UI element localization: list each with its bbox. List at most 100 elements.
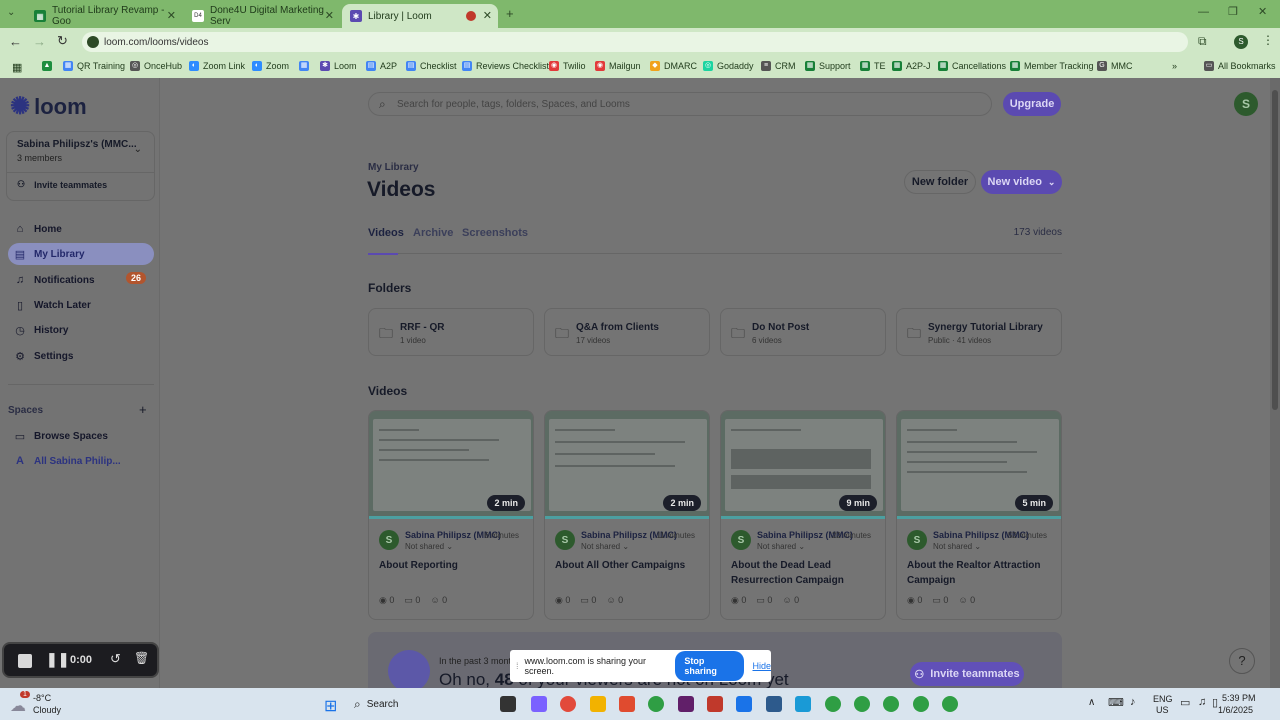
stop-recording-icon[interactable] [18,654,32,668]
close-tab-icon[interactable]: ✕ [325,9,334,22]
video-card[interactable]: 2 min S Sabina Philipsz (MMC) Not shared… [544,410,710,620]
sidebar-item-watch-later[interactable]: ▯ Watch Later [10,294,154,316]
apps-icon[interactable]: ▦ [12,61,22,74]
forward-icon[interactable]: → [33,34,46,49]
upgrade-button[interactable]: Upgrade [1003,92,1061,116]
sharing-dropdown[interactable]: Not shared ⌄ [933,542,981,551]
new-folder-button[interactable]: New folder [904,170,976,194]
sidebar-item-history[interactable]: ◷ History [10,319,154,341]
restart-icon[interactable]: ↺ [110,651,121,667]
bookmark-item[interactable]: ▤ A2P [366,61,397,71]
extensions-icon[interactable]: ⧉ [1198,34,1207,49]
weather-icon[interactable]: ☁ [10,696,26,716]
breadcrumb[interactable]: My Library [368,162,419,173]
sidebar-item-notifications[interactable]: ♫ Notifications 26 [10,269,154,291]
tab-videos[interactable]: Videos [368,227,404,239]
video-thumbnail[interactable]: 2 min [369,411,533,519]
video-card[interactable]: 2 min S Sabina Philipsz (MMC) Not shared… [368,410,534,620]
close-tab-icon[interactable]: ✕ [167,9,176,22]
bookmark-item[interactable]: ✱ Loom [320,61,357,71]
trash-icon[interactable]: 🗑 [134,651,149,665]
tray-chevron-icon[interactable]: ∧ [1088,697,1095,708]
video-title[interactable]: About the Dead Lead Resurrection Campaig… [731,558,881,588]
video-title[interactable]: About Reporting [379,558,529,573]
microphone-icon[interactable]: ♪ [1130,696,1136,708]
video-title[interactable]: About the Realtor Attraction Campaign [907,558,1057,588]
taskbar-search[interactable]: ⌕ Search [348,694,488,714]
sharing-dropdown[interactable]: Not shared ⌄ [757,542,805,551]
back-icon[interactable]: ← [9,34,22,49]
sidebar-item-all-sabina[interactable]: A All Sabina Philip... [10,450,154,472]
bookmark-item[interactable]: ▦ [299,61,313,71]
folder-card[interactable]: 🗀 RRF - QR 1 video [368,308,534,356]
sharing-dropdown[interactable]: Not shared ⌄ [405,542,453,551]
chrome-icon[interactable] [883,696,899,712]
bookmark-item[interactable]: ▦ TE [860,61,886,71]
loom-logo[interactable]: ✺ loom [10,92,87,121]
tab-archive[interactable]: Archive [413,227,453,239]
folder-card[interactable]: 🗀 Q&A from Clients 17 videos [544,308,710,356]
new-video-button[interactable]: New video ⌄ [981,170,1062,194]
chrome-icon[interactable] [942,696,958,712]
tab-library-loom[interactable]: ✱ Library | Loom ✕ [342,4,498,28]
bookmark-item[interactable]: ▦ Support [805,61,851,71]
folder-card[interactable]: 🗀 Synergy Tutorial Library Public · 41 vid… [896,308,1062,356]
bookmark-item[interactable]: G MMC [1097,61,1133,71]
sidebar-item-browse-spaces[interactable]: ▭ Browse Spaces [10,425,154,447]
tab-screenshots[interactable]: Screenshots [462,227,528,239]
site-info-icon[interactable] [87,36,99,48]
close-tab-icon[interactable]: ✕ [483,9,492,22]
invite-teammates-link[interactable]: ⚇ Invite teammates [17,179,107,190]
tab-done4u[interactable]: D4 Done4U Digital Marketing Serv ✕ [184,4,340,28]
sidebar-item-settings[interactable]: ⚙ Settings [10,345,154,367]
language-indicator[interactable]: ENG [1153,694,1173,704]
windows-start-icon[interactable]: ⊞ [324,696,337,716]
bookmark-item[interactable]: ◎ Godaddy [703,61,754,71]
url-bar[interactable]: loom.com/looms/videos [82,32,1188,52]
video-thumbnail[interactable]: 9 min [721,411,885,519]
page-scrollbar[interactable] [1270,78,1280,688]
menu-icon[interactable]: ⋮ [1262,33,1274,47]
chrome-icon[interactable] [648,696,664,712]
search-input[interactable]: ⌕ Search for people, tags, folders, Spac… [368,92,992,116]
taskbar-app-icon[interactable] [736,696,752,712]
new-tab-icon[interactable]: + [506,6,514,21]
bookmark-item[interactable]: ▦ A2P-J [892,61,931,71]
taskbar-app-icon[interactable] [619,696,635,712]
chrome-icon[interactable] [560,696,576,712]
folder-card[interactable]: 🗀 Do Not Post 6 videos [720,308,886,356]
taskbar-app-icon[interactable] [531,696,547,712]
chrome-icon[interactable] [913,696,929,712]
bookmark-item[interactable]: ◐ Zoom [252,61,289,71]
bookmark-item[interactable]: ◉ Mailgun [595,61,641,71]
pause-icon[interactable]: ❚❚ [46,651,69,668]
file-explorer-icon[interactable] [590,696,606,712]
taskbar-app-icon[interactable] [500,696,516,712]
taskbar-app-icon[interactable] [707,696,723,712]
bookmark-item[interactable]: ≡ CRM [761,61,796,71]
bookmark-item[interactable]: ▦ Member Tracking [1010,61,1094,71]
taskbar-app-icon[interactable] [766,696,782,712]
hide-sharing-link[interactable]: Hide [752,661,771,671]
video-card[interactable]: 5 min S Sabina Philipsz (MMC) Not shared… [896,410,1062,620]
taskbar-app-icon[interactable] [795,696,811,712]
clock-date[interactable]: 1/6/2025 [1218,705,1253,715]
user-avatar[interactable]: S [1234,92,1258,116]
tab-tutorial-library[interactable]: ▦ Tutorial Library Revamp - Goo ✕ [26,4,182,28]
all-bookmarks[interactable]: ▭ All Bookmarks [1204,61,1276,71]
close-window-icon[interactable]: ✕ [1258,5,1267,18]
bookmark-item[interactable]: ▤ Checklist [406,61,457,71]
bookmark-item[interactable]: ▦ Cancellations [938,61,1006,71]
bookmark-item[interactable]: ▦ QR Training [63,61,125,71]
slack-icon[interactable] [678,696,694,712]
bookmark-item[interactable]: ▤ Reviews Checklist [462,61,549,71]
sharing-dropdown[interactable]: Not shared ⌄ [581,542,629,551]
profile-avatar[interactable]: S [1234,35,1248,49]
clock-time[interactable]: 5:39 PM [1222,693,1256,703]
chrome-icon[interactable] [854,696,870,712]
tab-search-icon[interactable]: ⌄ [7,7,15,18]
more-bookmarks-icon[interactable]: » [1172,61,1177,71]
workspace-switcher[interactable]: Sabina Philipsz's (MMC... 3 members ⌄ ⚇ … [6,131,155,201]
add-space-icon[interactable]: + [139,402,147,417]
volume-icon[interactable]: ♫ [1198,696,1206,708]
